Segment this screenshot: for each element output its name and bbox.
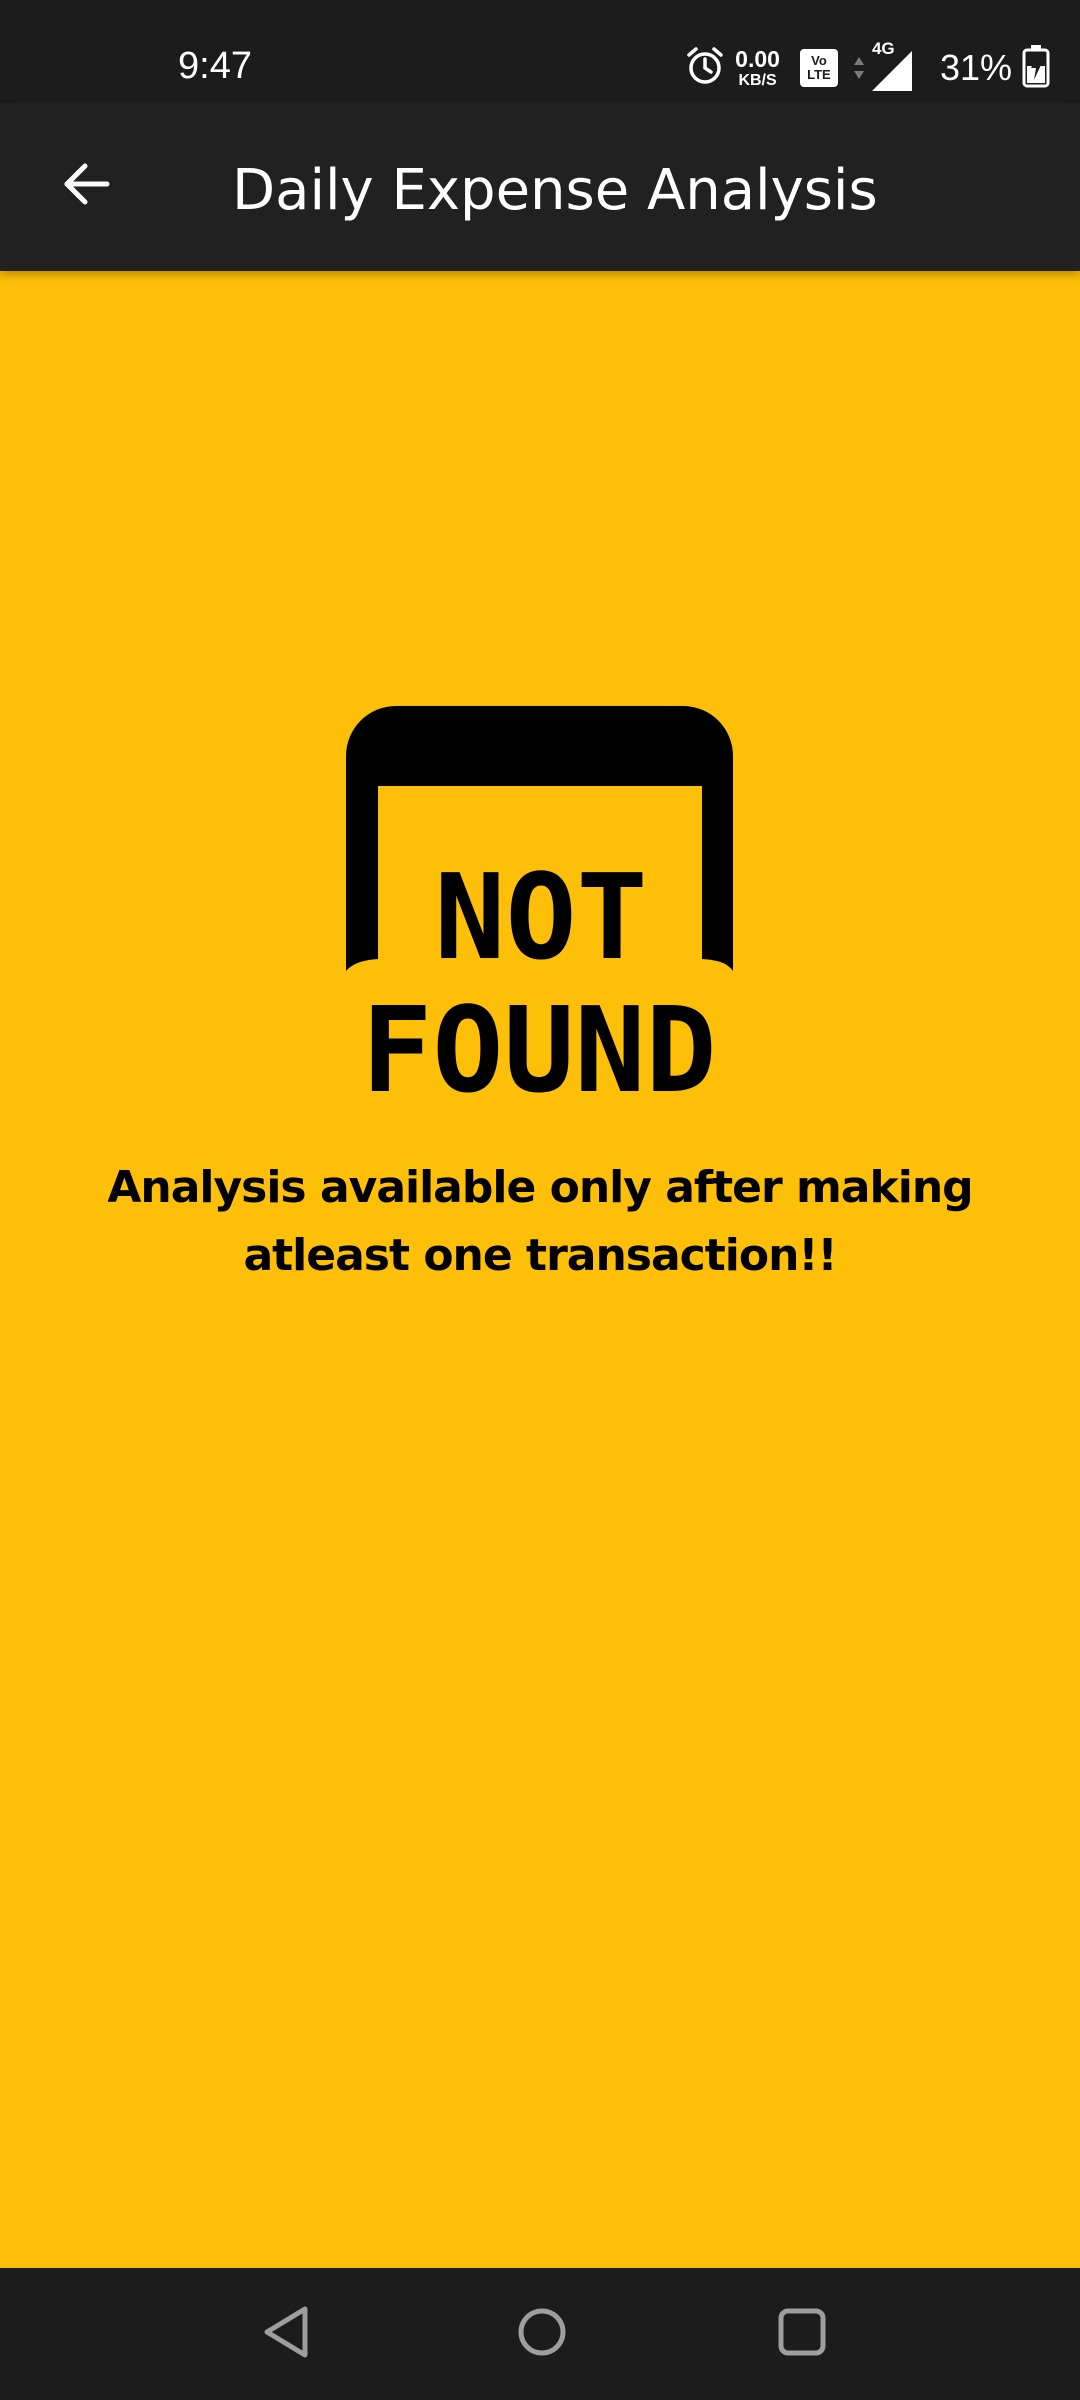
battery-charging-icon — [1022, 44, 1050, 93]
network-type-label: 4G — [871, 39, 895, 58]
nav-recents-button[interactable] — [752, 2288, 852, 2380]
network-speed-value: 0.00 — [735, 45, 780, 72]
battery-percentage: 31% — [939, 47, 1012, 88]
app-bar: Daily Expense Analysis — [0, 103, 1080, 271]
volte-top-label: Vo — [811, 53, 827, 68]
back-button[interactable] — [40, 141, 130, 231]
network-speed-unit: KB/S — [738, 71, 777, 89]
not-found-text-line2: FOUND — [361, 981, 716, 1096]
signal-icon: 4G — [852, 39, 914, 93]
page-title: Daily Expense Analysis — [232, 158, 878, 223]
volte-icon: Vo LTE — [799, 49, 838, 87]
nav-home-button[interactable] — [492, 2288, 592, 2380]
empty-state-message: Analysis available only after making atl… — [107, 1162, 973, 1281]
navigation-bar — [0, 2268, 1080, 2400]
not-found-illustration: NOT FOUND — [346, 706, 733, 1119]
nav-recents-icon — [776, 2306, 828, 2363]
nav-back-button[interactable] — [236, 2288, 336, 2380]
nav-home-icon — [516, 2306, 568, 2363]
status-time: 9:47 — [178, 45, 252, 87]
volte-bottom-label: LTE — [807, 67, 831, 82]
network-speed: 0.00 KB/S — [735, 45, 780, 89]
alarm-icon — [685, 46, 725, 91]
status-icons: 0.00 KB/S Vo LTE 4G 31% — [685, 39, 1050, 96]
arrow-back-icon — [59, 158, 111, 215]
not-found-text-line1: NOT — [434, 848, 647, 986]
nav-back-icon — [261, 2305, 311, 2364]
status-bar: 9:47 0.00 KB/S Vo LTE 4G 31% — [0, 0, 1080, 103]
